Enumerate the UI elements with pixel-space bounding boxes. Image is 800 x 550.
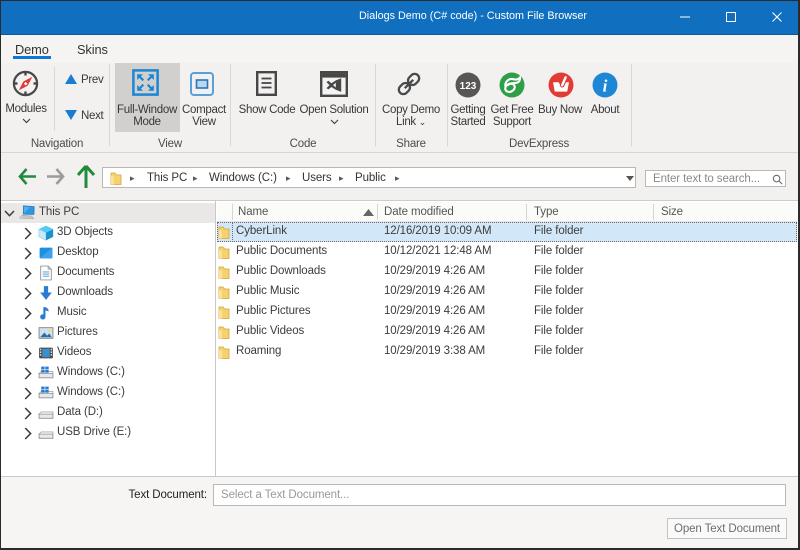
svg-text:123: 123 bbox=[460, 81, 477, 92]
svg-text:i: i bbox=[603, 77, 608, 96]
